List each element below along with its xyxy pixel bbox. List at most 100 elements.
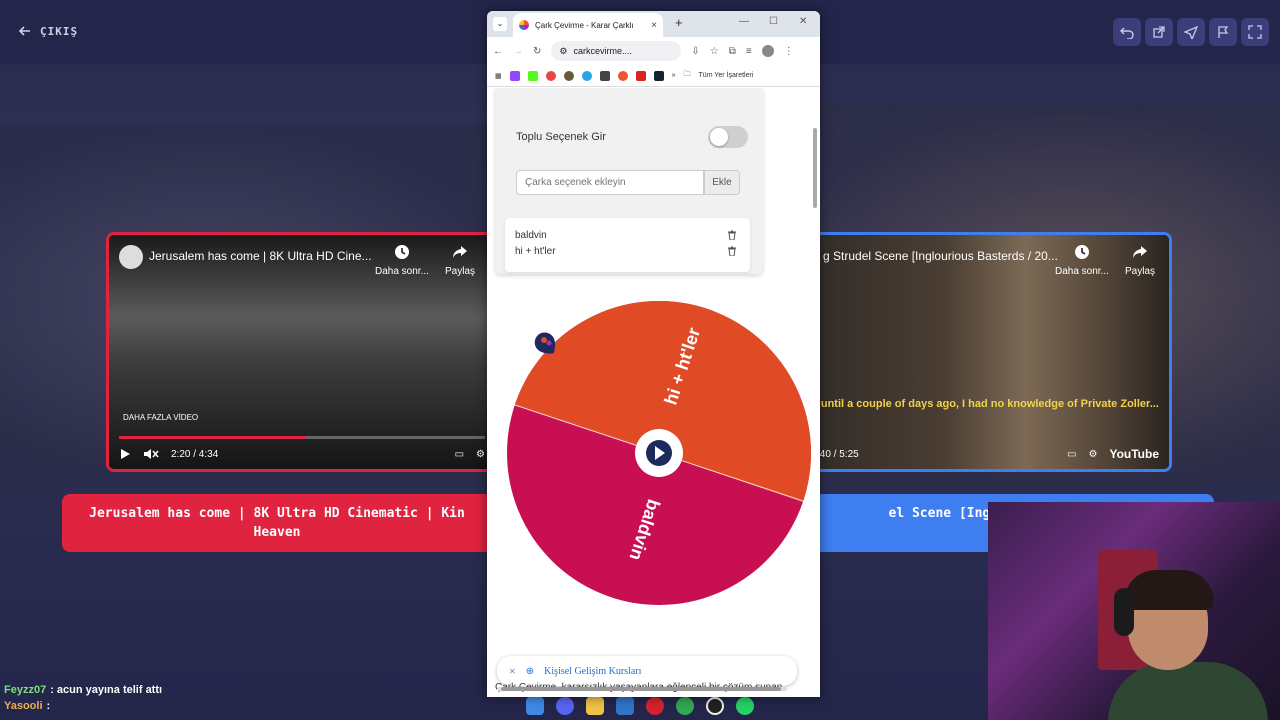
share-button[interactable]: Paylaş — [1125, 243, 1155, 277]
chrome-icon[interactable] — [676, 697, 694, 715]
share-button[interactable]: Paylaş — [445, 243, 475, 277]
obs-icon[interactable] — [706, 697, 724, 715]
maps-bookmark-icon[interactable] — [545, 70, 556, 81]
url-field[interactable]: ⚙ carkcevirme.... — [551, 41, 682, 61]
scrollbar-thumb[interactable] — [813, 128, 817, 208]
twitch-bookmark-icon[interactable] — [509, 70, 520, 81]
more-bookmarks-icon[interactable]: » — [672, 72, 676, 79]
bookmark-icon[interactable] — [617, 70, 628, 81]
external-link-icon — [1153, 26, 1165, 38]
bulk-entry-toggle[interactable] — [708, 126, 748, 148]
browser-tab[interactable]: Çark Çevirme - Karar Çarklı × — [513, 13, 663, 37]
bookmark-icon[interactable] — [581, 70, 592, 81]
outlook-icon[interactable] — [616, 697, 634, 715]
exit-button[interactable]: ÇIKIŞ — [18, 24, 78, 38]
share-icon — [1133, 246, 1147, 258]
menu-icon[interactable]: ⋮ — [784, 46, 794, 57]
notice-link[interactable]: Kişisel Gelişim Kursları — [544, 666, 641, 677]
reload-icon[interactable]: ↻ — [533, 46, 541, 57]
page-content: Toplu Seçenek Gir Ekle baldvin hi + ht'l… — [487, 88, 820, 697]
new-tab-icon[interactable]: + — [675, 15, 683, 30]
opera-icon[interactable] — [646, 697, 664, 715]
chat-message: Feyzz07 : acun yayına telif attı — [0, 682, 400, 698]
fullscreen-icon — [1248, 25, 1262, 39]
video-title[interactable]: Jerusalem has come | 8K Ultra HD Cine... — [149, 249, 371, 263]
flag-button[interactable] — [1209, 18, 1237, 46]
address-bar: ← → ↻ ⚙ carkcevirme.... ⇩ ☆ ⧉ ≡ ⋮ — [487, 37, 820, 65]
chat-text: : — [46, 700, 51, 712]
close-icon[interactable]: × — [509, 664, 516, 679]
watch-later-label: Daha sonr... — [1055, 266, 1109, 277]
start-icon[interactable] — [526, 697, 544, 715]
video-player-left[interactable]: Jerusalem has come | 8K Ultra HD Cine...… — [106, 232, 498, 472]
webcam-person-body — [1108, 662, 1268, 720]
whatsapp-icon[interactable] — [736, 697, 754, 715]
settings-icon[interactable]: ⚙ — [476, 449, 485, 460]
video-player-right[interactable]: g Strudel Scene [Inglourious Basterds / … — [790, 232, 1172, 472]
all-bookmarks-label[interactable]: Tüm Yer İşaretleri — [699, 72, 754, 79]
scrollbar-thumb[interactable] — [501, 687, 781, 691]
subtitles-icon[interactable]: ▭ — [1067, 449, 1076, 460]
bulk-entry-label: Toplu Seçenek Gir — [516, 131, 606, 143]
vertical-scrollbar[interactable] — [812, 92, 818, 682]
exit-label: ÇIKIŞ — [40, 24, 79, 38]
clock-icon — [1074, 245, 1089, 259]
folder-icon[interactable] — [586, 697, 604, 715]
share-label: Paylaş — [445, 266, 476, 277]
headphones — [1114, 588, 1134, 636]
channel-avatar[interactable] — [119, 245, 143, 269]
more-videos-label[interactable]: DAHA FAZLA VİDEO — [123, 413, 198, 422]
tab-strip: ⌄ Çark Çevirme - Karar Çarklı × + — ☐ ✕ — [487, 11, 820, 37]
info-plus-icon: ⊕ — [525, 665, 535, 677]
bookmark-icon[interactable] — [599, 70, 610, 81]
mute-icon[interactable] — [143, 447, 159, 461]
media-icon[interactable]: ≡ — [746, 46, 752, 57]
trash-icon[interactable] — [727, 246, 737, 256]
chat-text: : acun yayına telif attı — [50, 684, 163, 696]
watch-later-button[interactable]: Daha sonr... — [375, 243, 429, 277]
list-item: hi + ht'ler — [515, 243, 737, 259]
url-text: carkcevirme.... — [573, 46, 632, 56]
video-title[interactable]: g Strudel Scene [Inglourious Basterds / … — [823, 249, 1059, 263]
arrow-left-icon — [18, 26, 30, 36]
close-tab-icon[interactable]: × — [651, 20, 657, 31]
option-label[interactable]: hi + ht'ler — [515, 246, 556, 257]
watch-later-button[interactable]: Daha sonr... — [1055, 243, 1109, 277]
send-button[interactable] — [1177, 18, 1205, 46]
tab-title: Çark Çevirme - Karar Çarklı — [535, 20, 634, 30]
profile-avatar[interactable] — [761, 45, 774, 57]
subtitles-icon[interactable]: ▭ — [455, 449, 464, 460]
bookmark-star-icon[interactable]: ☆ — [710, 46, 719, 57]
close-window-icon[interactable]: ✕ — [799, 16, 807, 27]
external-link-button[interactable] — [1145, 18, 1173, 46]
site-info-icon[interactable]: ⚙ — [559, 46, 567, 57]
add-button[interactable]: Ekle — [704, 170, 740, 195]
send-icon — [1184, 25, 1198, 39]
play-icon[interactable] — [119, 448, 131, 460]
settings-icon[interactable]: ⚙ — [1088, 449, 1097, 460]
extensions-icon[interactable]: ⧉ — [729, 46, 736, 57]
install-icon[interactable]: ⇩ — [691, 46, 699, 57]
back-icon[interactable]: ← — [493, 46, 503, 57]
share-label: Paylaş — [1125, 266, 1156, 277]
bookmarks-bar: ▦ » 🗀 Tüm Yer İşaretleri — [487, 65, 820, 87]
discord-icon[interactable] — [556, 697, 574, 715]
bookmark-icon[interactable] — [635, 70, 646, 81]
undo-button[interactable] — [1113, 18, 1141, 46]
trash-icon[interactable] — [727, 230, 737, 240]
fullscreen-button[interactable] — [1241, 18, 1269, 46]
option-label[interactable]: baldvin — [515, 230, 547, 241]
apps-grid-icon[interactable]: ▦ — [495, 72, 502, 80]
tab-search-icon[interactable]: ⌄ — [493, 17, 507, 31]
minimize-icon[interactable]: — — [739, 16, 749, 27]
youtube-logo[interactable]: YouTube — [1109, 447, 1159, 461]
clock-icon — [394, 245, 409, 259]
maximize-icon[interactable]: ☐ — [769, 16, 778, 27]
horizontal-scrollbar[interactable] — [497, 687, 787, 691]
option-input[interactable] — [516, 170, 704, 195]
forward-icon[interactable]: → — [513, 46, 523, 57]
folder-icon[interactable]: 🗀 — [684, 70, 691, 81]
kick-bookmark-icon[interactable] — [527, 70, 538, 81]
bookmark-icon[interactable] — [563, 70, 574, 81]
bookmark-icon[interactable] — [653, 70, 664, 81]
